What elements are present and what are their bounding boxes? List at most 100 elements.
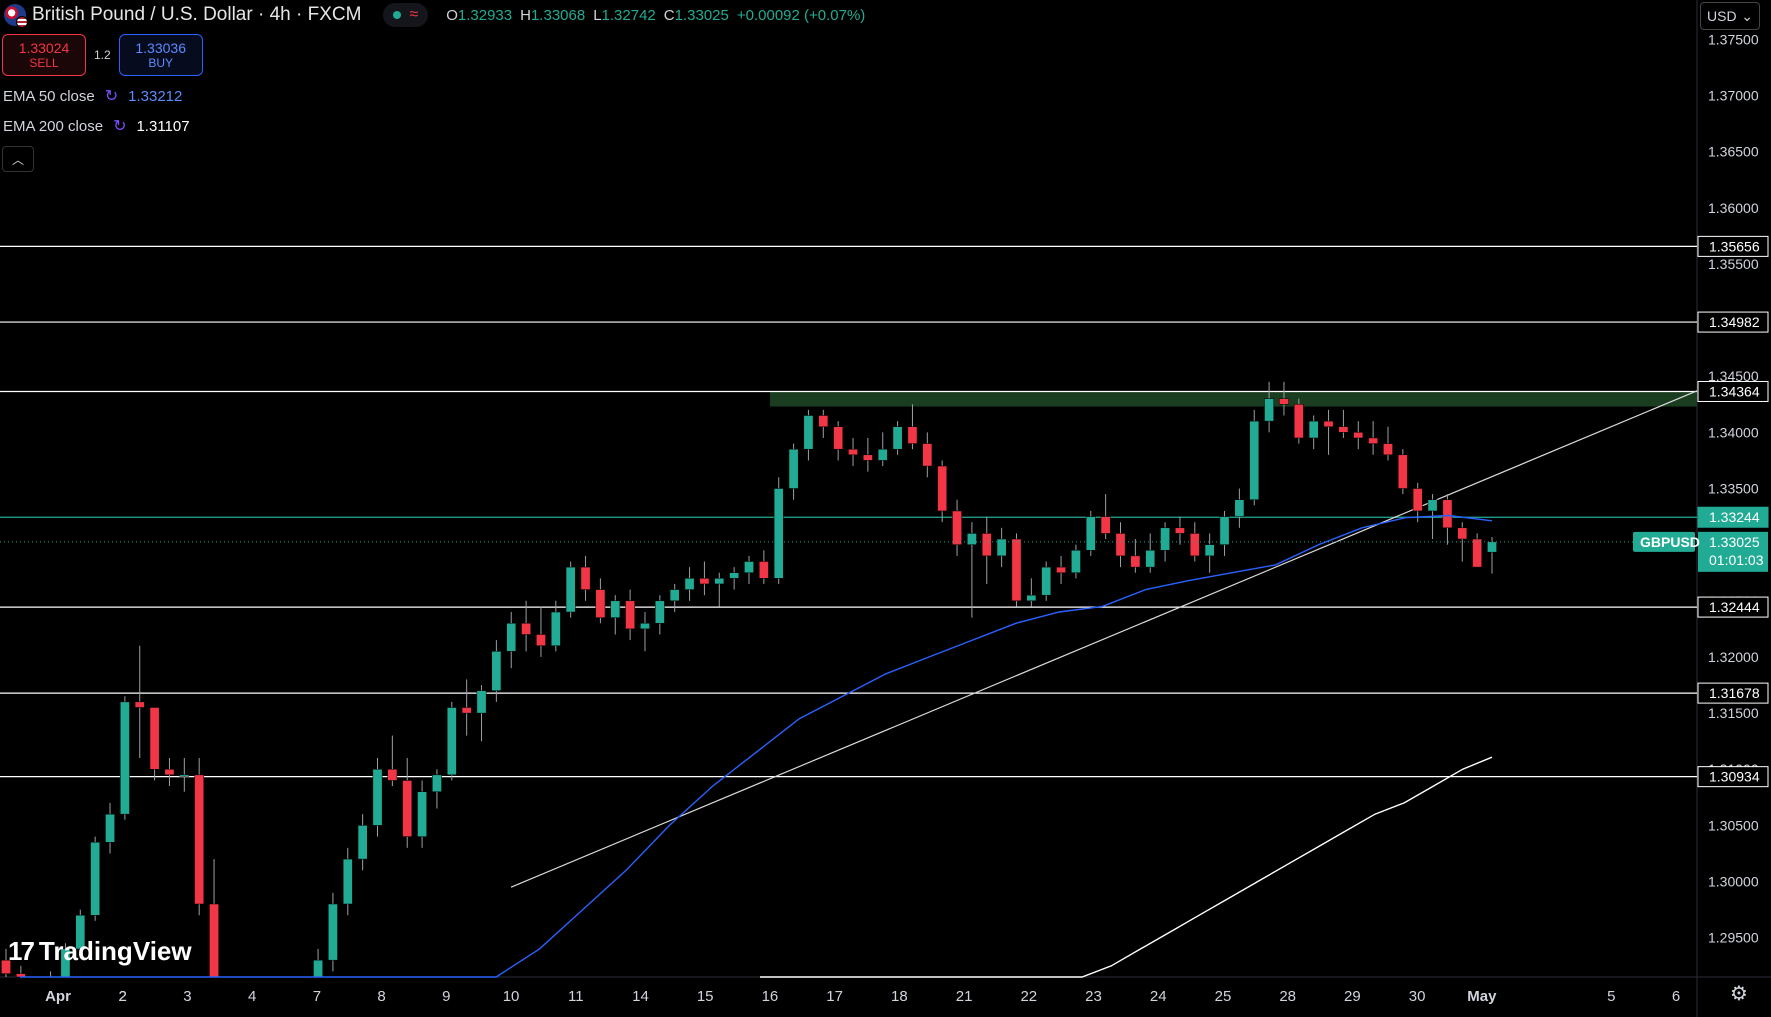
sell-price: 1.33024 [18,40,70,56]
price-chart[interactable]: 1.295001.300001.305001.310001.315001.320… [0,0,1771,1017]
candle-body [1457,527,1468,540]
x-tick-label: 30 [1409,988,1426,1005]
x-tick-label: 5 [1607,988,1615,1005]
candle-body [684,578,695,590]
x-tick-label: 4 [248,988,256,1005]
candle-body [313,959,323,978]
x-tick-label: 14 [632,988,649,1005]
symbol-title[interactable]: British Pound / U.S. Dollar · 4h · FXCM [32,4,361,26]
x-tick-label: 28 [1279,988,1296,1005]
candle-body [1234,499,1245,517]
y-tick-label: 1.35500 [1708,256,1759,272]
x-tick-label: May [1467,988,1497,1005]
level-price-label: 1.32444 [1709,599,1760,615]
x-tick-label: 9 [442,988,450,1005]
x-tick-label: 18 [891,988,908,1005]
indicator-ema50[interactable]: EMA 50 close ↻ 1.33212 [3,86,182,106]
candle-body [1412,488,1423,512]
y-tick-label: 1.31500 [1708,705,1759,721]
candle-body [818,415,829,427]
candle-body [387,768,398,781]
trade-panel: 1.33024 SELL 1.2 1.33036 BUY [2,34,203,76]
ema50-line [20,514,1493,978]
x-tick-label: 2 [119,988,127,1005]
gear-icon[interactable]: ⚙ [1730,981,1748,1006]
countdown-value: 01:01:03 [1709,552,1764,568]
change-value: +0.00092 (+0.07%) [736,6,866,24]
y-tick-label: 1.33500 [1708,481,1759,497]
level-price-label: 1.34364 [1709,383,1760,399]
candle-body [640,623,650,630]
chart-header: British Pound / U.S. Dollar · 4h · FXCM … [0,0,865,30]
candle-body [1041,566,1052,596]
candle-body [654,600,665,624]
candle-body [476,690,487,714]
y-tick-label: 1.37500 [1708,31,1759,47]
level-price-label: 1.30934 [1709,769,1760,785]
candle-body [432,774,442,792]
candle-body [536,634,546,646]
candle-body [550,611,561,646]
collapse-indicators-button[interactable]: ︿ [2,146,34,172]
candle-body [1383,443,1393,456]
candle-body [1100,516,1111,534]
x-tick-label: Apr [45,988,71,1005]
buy-price: 1.33036 [135,40,186,56]
candle-body [1323,420,1334,427]
x-tick-label: 7 [313,988,321,1005]
x-tick-label: 29 [1344,988,1361,1005]
candle-body [1056,566,1066,573]
candle-body [625,600,635,630]
x-tick-label: 21 [956,988,973,1005]
candle-body [1353,432,1364,439]
candle-body [506,623,517,652]
candle-body [491,651,502,691]
candle-body [1442,499,1453,529]
candle-body [952,510,962,545]
currency-select[interactable]: USD ⌄ [1700,2,1760,30]
x-tick-label: 22 [1020,988,1037,1005]
candle-body [90,841,101,916]
y-tick-label: 1.36000 [1708,200,1759,216]
resistance-zone [769,391,1697,407]
level-price-label: 1.35656 [1709,238,1760,254]
buy-button[interactable]: 1.33036 BUY [118,34,203,76]
candle-body [149,707,160,770]
candle-body [461,707,472,714]
candle-body [105,813,115,843]
indicator-value: 1.33212 [128,87,183,105]
x-tick-label: 6 [1672,988,1680,1005]
x-tick-label: 23 [1085,988,1102,1005]
buy-label: BUY [148,56,174,70]
x-tick-label: 16 [762,988,779,1005]
candle-body [1085,516,1096,551]
candle-body [877,448,888,461]
candle-body [744,561,754,573]
candle-body [417,791,427,837]
candle-body [372,768,383,826]
indicator-label: EMA 200 close [3,117,104,135]
candle-body [610,600,621,618]
candle-body [342,858,353,905]
candle-body [328,903,338,961]
candle-body [803,415,814,450]
candle-body [1219,516,1230,545]
close-value: 1.33025 [674,6,729,24]
market-status[interactable]: ≈ [383,3,429,27]
y-tick-label: 1.30000 [1708,874,1759,890]
y-tick-label: 1.32000 [1708,649,1759,665]
indicator-ema200[interactable]: EMA 200 close ↻ 1.31107 [3,116,190,136]
candle-body [1145,550,1156,568]
candle-body [788,448,799,489]
candle-body [1175,527,1185,534]
sell-button[interactable]: 1.33024 SELL [2,34,86,76]
x-tick-label: 25 [1215,988,1232,1005]
candle-body [937,465,948,512]
candle-body [402,780,413,837]
x-tick-label: 24 [1150,988,1167,1005]
wave-icon: ≈ [409,6,419,23]
y-tick-label: 1.37000 [1708,87,1759,103]
candle-body [164,768,175,776]
candle-body [134,701,145,708]
level-price-label: 1.31678 [1709,685,1760,701]
